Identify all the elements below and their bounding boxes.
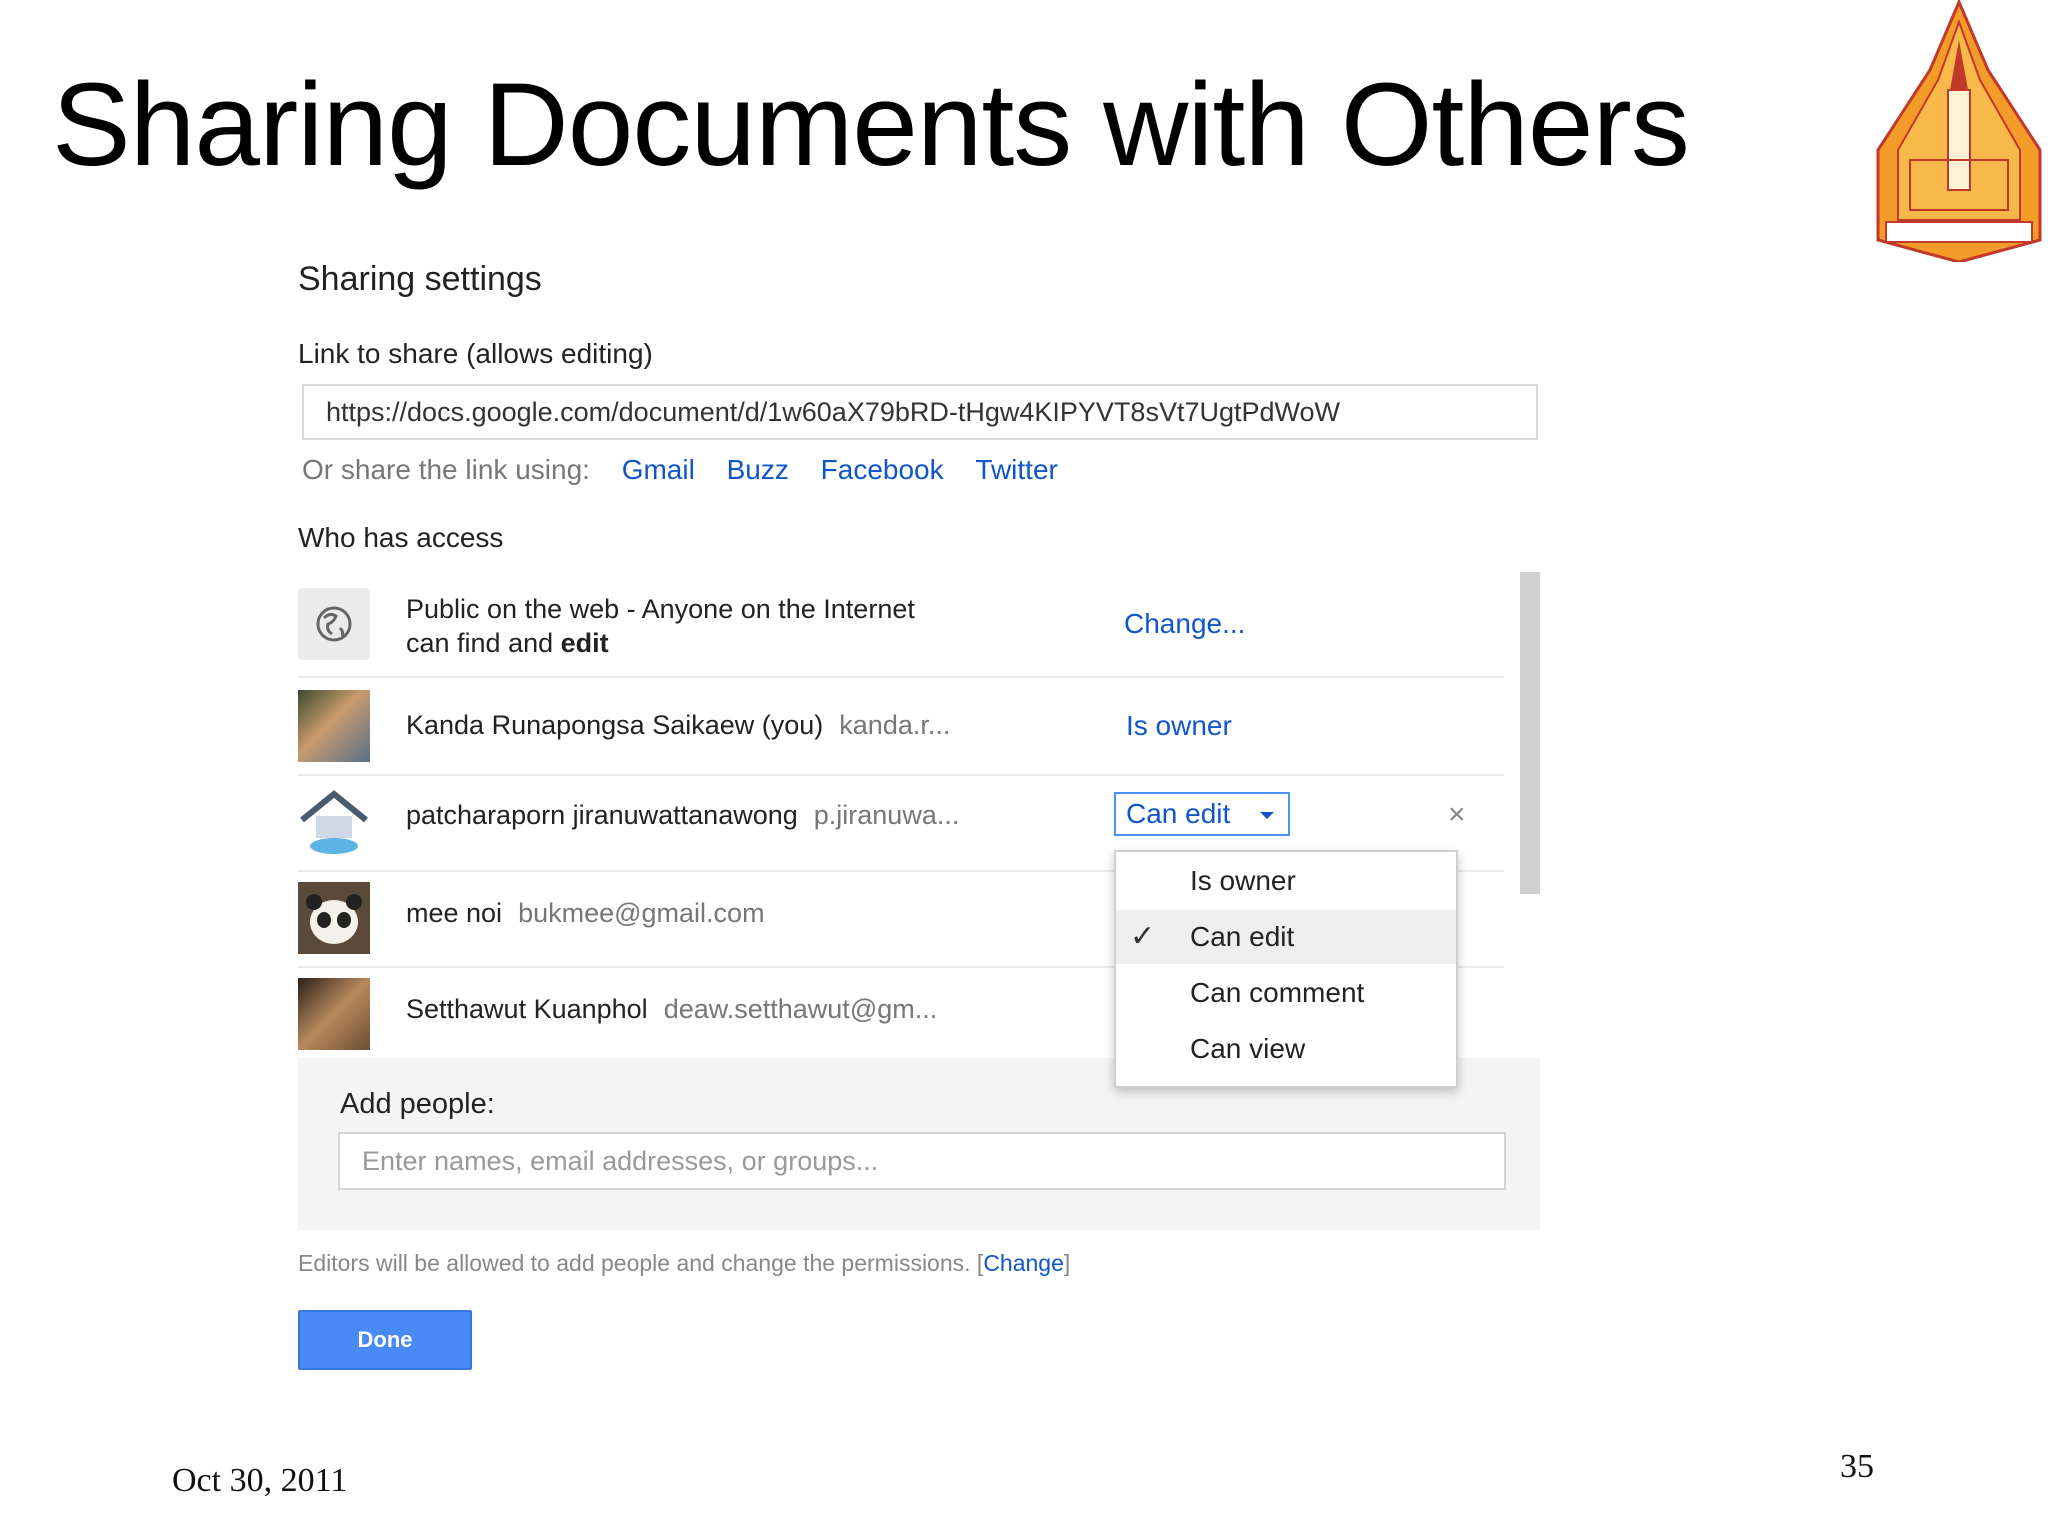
slide-title: Sharing Documents with Others — [52, 59, 1690, 191]
menu-item-is-owner[interactable]: Is owner — [1116, 854, 1456, 908]
change-visibility-link[interactable]: Change... — [1124, 608, 1245, 640]
role-label: Is owner — [1126, 710, 1232, 741]
share-link-field[interactable]: https://docs.google.com/document/d/1w60a… — [302, 384, 1538, 440]
scrollbar[interactable] — [1520, 572, 1540, 894]
share-using-row: Or share the link using: Gmail Buzz Face… — [302, 454, 1058, 486]
who-has-access-label: Who has access — [298, 522, 504, 553]
sharing-dialog: Sharing settings Link to share (allows e… — [298, 250, 1548, 1410]
chevron-down-icon — [1260, 812, 1274, 819]
menu-item-can-edit[interactable]: ✓ Can edit — [1116, 910, 1456, 964]
person-name: patcharaporn jiranuwattanawong — [406, 800, 798, 830]
page-number: 35 — [1840, 1448, 1874, 1485]
person-email: p.jiranuwa... — [813, 800, 960, 830]
check-icon: ✓ — [1130, 920, 1156, 953]
public-permission: edit — [560, 628, 609, 658]
add-people-input[interactable]: Enter names, email addresses, or groups.… — [338, 1132, 1506, 1190]
permission-select[interactable]: Can edit — [1114, 792, 1290, 836]
access-row-public: Public on the web - Anyone on the Intern… — [298, 572, 1504, 678]
menu-item-can-comment[interactable]: Can comment — [1116, 966, 1456, 1020]
slide-date: Oct 30, 2011 — [172, 1462, 348, 1499]
add-people-label: Add people: — [340, 1088, 495, 1120]
link-label: Link to share (allows editing) — [298, 338, 653, 369]
dialog-heading: Sharing settings — [298, 260, 542, 298]
person-name: mee noi — [406, 898, 503, 928]
person-name: Kanda Runapongsa Saikaew (you) — [406, 710, 824, 740]
share-gmail-link[interactable]: Gmail — [622, 454, 695, 485]
remove-user-icon[interactable]: × — [1448, 798, 1466, 832]
public-line2: can find and edit — [406, 628, 609, 658]
avatar — [298, 882, 370, 954]
person-email: bukmee@gmail.com — [518, 898, 765, 928]
public-line1: Public on the web - Anyone on the Intern… — [406, 594, 915, 624]
permission-dropdown-menu: Is owner ✓ Can edit Can comment Can view — [1114, 850, 1458, 1088]
public-description: Public on the web - Anyone on the Intern… — [406, 592, 915, 660]
avatar — [298, 690, 370, 762]
person-name: Setthawut Kuanphol — [406, 994, 648, 1024]
person-email: deaw.setthawut@gm... — [663, 994, 938, 1024]
editors-change-link[interactable]: Change — [983, 1250, 1064, 1276]
done-button[interactable]: Done — [298, 1310, 472, 1370]
avatar — [298, 786, 370, 858]
permission-select-value: Can edit — [1126, 798, 1231, 829]
share-buzz-link[interactable]: Buzz — [727, 454, 789, 485]
person-email: kanda.r... — [839, 710, 951, 740]
editors-note: Editors will be allowed to add people an… — [298, 1250, 1071, 1276]
avatar — [298, 978, 370, 1050]
share-using-label: Or share the link using: — [302, 454, 590, 485]
globe-icon — [298, 588, 370, 660]
share-twitter-link[interactable]: Twitter — [975, 454, 1057, 485]
access-row: Kanda Runapongsa Saikaew (you) kanda.r...… — [298, 678, 1504, 776]
share-facebook-link[interactable]: Facebook — [821, 454, 944, 485]
university-logo — [1876, 0, 2042, 262]
menu-item-can-view[interactable]: Can view — [1116, 1022, 1456, 1076]
